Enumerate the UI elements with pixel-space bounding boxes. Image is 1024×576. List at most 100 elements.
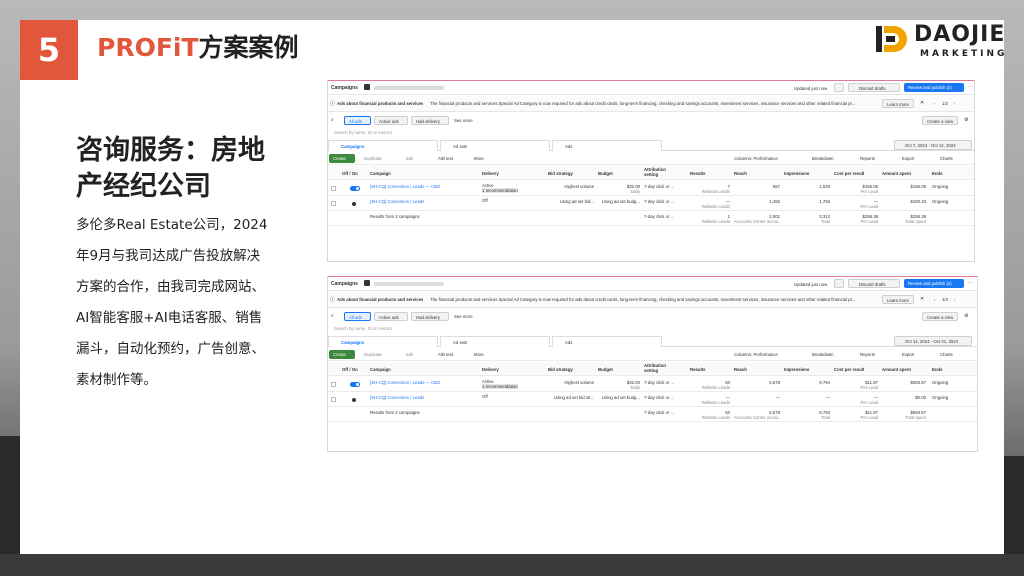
see-more-filter[interactable]: See more (454, 118, 473, 123)
columns-button[interactable]: Columns: Performance (734, 156, 778, 161)
active-ads-filter[interactable]: Active ads (374, 312, 408, 321)
column-header[interactable]: Campaign (370, 367, 391, 372)
create-button[interactable]: Create (329, 350, 355, 359)
learn-more-button[interactable]: Learn more (882, 295, 914, 304)
column-header[interactable]: Impressions (784, 171, 809, 176)
create-button[interactable]: Create (329, 154, 355, 163)
column-header[interactable]: Off / On (342, 171, 358, 176)
table-row[interactable]: [SH-CQ] Conversion | Leads — CBO Active … (328, 181, 974, 196)
column-header[interactable]: Attribution setting (644, 363, 676, 373)
search-icon[interactable]: ⌕ (331, 117, 334, 123)
tab-ad-sets[interactable]: Ad sets (440, 336, 550, 347)
settings-icon[interactable]: ⚙ (964, 313, 968, 319)
account-selector[interactable] (374, 282, 444, 286)
search-input[interactable]: Search by name, ID or metrics (334, 130, 392, 135)
table-row[interactable]: [SH-CQ] Conversion | Leads Off Using ad … (328, 196, 974, 211)
column-header[interactable]: Cost per result (834, 367, 864, 372)
tab-ad-sets[interactable]: Ad sets (440, 140, 550, 151)
columns-button[interactable]: Columns: Performance (734, 352, 778, 357)
charts-button[interactable]: Charts (940, 352, 953, 357)
breakdown-button[interactable]: Breakdown (812, 156, 834, 161)
breakdown-button[interactable]: Breakdown (812, 352, 834, 357)
date-range-picker[interactable]: Oct 14, 2024 - Oct 31, 2024 (894, 336, 972, 346)
column-header[interactable]: Bid strategy (548, 171, 573, 176)
row-checkbox[interactable] (331, 186, 336, 191)
column-header[interactable]: Cost per result (834, 171, 864, 176)
column-header[interactable]: Results (690, 171, 706, 176)
delivery-recommendation[interactable]: 1 recommendation (482, 188, 518, 193)
had-delivery-filter[interactable]: Had delivery (411, 116, 449, 125)
row-checkbox[interactable] (331, 201, 336, 206)
column-header[interactable]: Ends (932, 367, 943, 372)
settings-icon[interactable]: ⚙ (964, 117, 968, 123)
export-button[interactable]: Export (902, 352, 914, 357)
date-range-picker[interactable]: Oct 7, 2024 - Oct 14, 2024 (894, 140, 972, 150)
column-header[interactable]: Budget (598, 367, 613, 372)
search-icon[interactable]: ⌕ (331, 313, 334, 319)
more-icon[interactable]: ⋯ (968, 84, 973, 90)
campaign-name[interactable]: [SH-CQ] Conversion | Leads — CBO (370, 184, 478, 189)
tab-campaigns[interactable]: Campaigns (328, 336, 438, 347)
column-header[interactable]: Off / On (342, 367, 358, 372)
tab-ads[interactable]: Ads (552, 140, 662, 151)
had-delivery-filter[interactable]: Had delivery (411, 312, 449, 321)
close-icon[interactable]: ✕ (920, 296, 924, 302)
off-toggle[interactable] (352, 202, 356, 206)
refresh-button[interactable] (834, 279, 844, 288)
all-ads-filter[interactable]: All ads (344, 312, 371, 321)
delivery-recommendation[interactable]: 1 recommendation (482, 384, 518, 389)
account-icon[interactable] (364, 84, 370, 90)
table-row[interactable]: [SH-CQ] Conversion | Leads Off Using ad … (328, 392, 977, 407)
column-header[interactable]: Delivery (482, 367, 499, 372)
prev-icon[interactable]: ‹ (934, 297, 935, 302)
ab-test-button[interactable]: A/B test (438, 156, 453, 161)
campaign-name[interactable]: [SH-CQ] Conversion | Leads — CBO (370, 380, 478, 385)
edit-button[interactable]: Edit (406, 156, 413, 161)
column-header[interactable]: Amount spent (882, 367, 911, 372)
column-header[interactable]: Reach (734, 367, 747, 372)
more-actions-button[interactable]: More (474, 156, 484, 161)
more-actions-button[interactable]: More (474, 352, 484, 357)
on-toggle[interactable] (350, 186, 360, 191)
campaign-name[interactable]: [SH-CQ] Conversion | Leads (370, 395, 478, 400)
create-view-button[interactable]: Create a view (922, 312, 958, 321)
table-row[interactable]: [SH-CQ] Conversion | Leads — CBO Active … (328, 377, 977, 392)
row-checkbox[interactable] (331, 397, 336, 402)
reports-button[interactable]: Reports (860, 156, 875, 161)
row-checkbox[interactable] (331, 382, 336, 387)
column-header[interactable]: Impressions (784, 367, 809, 372)
review-publish-button[interactable]: Review and publish (2) (904, 83, 964, 92)
column-header[interactable]: Reach (734, 171, 747, 176)
column-header[interactable]: Bid strategy (548, 367, 573, 372)
prev-icon[interactable]: ‹ (934, 101, 935, 106)
account-icon[interactable] (364, 280, 370, 286)
charts-button[interactable]: Charts (940, 156, 953, 161)
column-header[interactable]: Delivery (482, 171, 499, 176)
duplicate-button[interactable]: Duplicate (364, 156, 382, 161)
review-publish-button[interactable]: Review and publish (2) (904, 279, 964, 288)
more-icon[interactable]: ⋯ (968, 280, 973, 286)
ab-test-button[interactable]: A/B test (438, 352, 453, 357)
tab-ads[interactable]: Ads (552, 336, 662, 347)
account-selector[interactable] (374, 86, 444, 90)
reports-button[interactable]: Reports (860, 352, 875, 357)
refresh-button[interactable] (834, 83, 844, 92)
export-button[interactable]: Export (902, 156, 914, 161)
column-header[interactable]: Results (690, 367, 706, 372)
column-header[interactable]: Amount spent (882, 171, 911, 176)
column-header[interactable]: Campaign (370, 171, 391, 176)
close-icon[interactable]: ✕ (920, 100, 924, 106)
off-toggle[interactable] (352, 398, 356, 402)
next-icon[interactable]: › (954, 101, 955, 106)
campaign-name[interactable]: [SH-CQ] Conversion | Leads (370, 199, 478, 204)
discard-drafts-button[interactable]: Discard drafts (848, 279, 900, 288)
edit-button[interactable]: Edit (406, 352, 413, 357)
tab-campaigns[interactable]: Campaigns (328, 140, 438, 151)
learn-more-button[interactable]: Learn more (882, 99, 914, 108)
all-ads-filter[interactable]: All ads (344, 116, 371, 125)
search-input[interactable]: Search by name, ID or metrics (334, 326, 392, 331)
discard-drafts-button[interactable]: Discard drafts (848, 83, 900, 92)
active-ads-filter[interactable]: Active ads (374, 116, 408, 125)
column-header[interactable]: Budget (598, 171, 613, 176)
duplicate-button[interactable]: Duplicate (364, 352, 382, 357)
